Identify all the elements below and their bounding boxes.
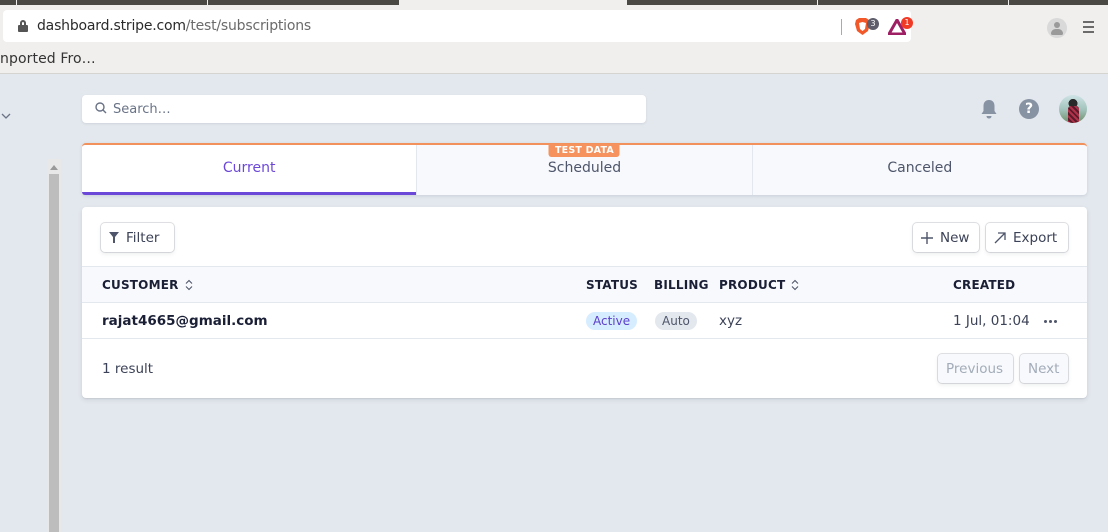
- status-badge: Active: [586, 312, 638, 330]
- column-header-billing: BILLING: [654, 278, 709, 292]
- table-row[interactable]: rajat4665@gmail.com Active Auto xyz 1 Ju…: [82, 303, 1087, 339]
- chevron-down-icon[interactable]: [1, 112, 11, 120]
- new-subscription-button[interactable]: New: [913, 223, 979, 252]
- column-header-customer[interactable]: CUSTOMER: [102, 278, 193, 292]
- export-arrow-icon: [994, 231, 1006, 243]
- shields-count-badge: 3: [867, 18, 879, 30]
- scroll-up-icon[interactable]: [50, 165, 58, 170]
- bookmarks-bar: nported Fro…: [0, 45, 1108, 74]
- customer-email[interactable]: rajat4665@gmail.com: [102, 313, 268, 329]
- tab-canceled[interactable]: Canceled: [751, 145, 1087, 195]
- export-button[interactable]: Export: [986, 223, 1068, 252]
- table-header: CUSTOMER STATUS BILLING PRODUCT CREATED: [82, 266, 1087, 303]
- profile-icon[interactable]: [1047, 18, 1067, 38]
- filter-button[interactable]: Filter: [101, 223, 174, 252]
- column-header-created: CREATED: [953, 278, 1016, 292]
- search-icon: [95, 102, 107, 114]
- rewards-count-badge: 1: [901, 17, 913, 29]
- billing-badge: Auto: [655, 312, 697, 330]
- sort-icon[interactable]: [791, 279, 799, 291]
- url-text[interactable]: dashboard.stripe.com/test/subscriptions: [37, 18, 311, 34]
- menu-icon[interactable]: [1083, 21, 1094, 33]
- plus-icon: [921, 231, 933, 244]
- tab-current[interactable]: Current: [82, 145, 417, 195]
- more-actions-icon[interactable]: [1044, 320, 1057, 323]
- tab-scheduled[interactable]: TEST DATA Scheduled: [416, 144, 751, 195]
- notifications-bell-icon[interactable]: [979, 98, 999, 120]
- sort-icon[interactable]: [185, 279, 193, 291]
- column-header-product[interactable]: PRODUCT: [719, 278, 799, 292]
- divider: [841, 19, 842, 35]
- user-avatar[interactable]: [1059, 95, 1087, 123]
- next-page-button[interactable]: Next: [1020, 354, 1068, 383]
- test-data-badge: TEST DATA: [548, 144, 620, 157]
- created-date: 1 Jul, 01:04: [953, 313, 1030, 329]
- search-input[interactable]: [113, 99, 613, 119]
- filter-icon: [109, 232, 119, 243]
- bookmark-folder[interactable]: nported Fro…: [0, 51, 96, 67]
- subscription-tabs: Current TEST DATA Scheduled Canceled: [82, 143, 1087, 195]
- product-name: xyz: [719, 313, 743, 329]
- browser-toolbar: dashboard.stripe.com/test/subscriptions …: [0, 5, 1108, 45]
- subscriptions-table-card: Filter New Export CUSTOMER STATUS BILLIN…: [82, 207, 1087, 398]
- lock-icon[interactable]: [18, 20, 28, 32]
- address-bar[interactable]: dashboard.stripe.com/test/subscriptions …: [3, 10, 913, 42]
- help-icon[interactable]: ?: [1019, 99, 1039, 119]
- result-count: 1 result: [102, 361, 154, 377]
- column-header-status: STATUS: [586, 278, 639, 292]
- scroll-thumb[interactable]: [49, 174, 59, 532]
- previous-page-button[interactable]: Previous: [938, 354, 1013, 383]
- sidebar-scrollbar[interactable]: [47, 159, 61, 532]
- search-box[interactable]: [82, 95, 646, 123]
